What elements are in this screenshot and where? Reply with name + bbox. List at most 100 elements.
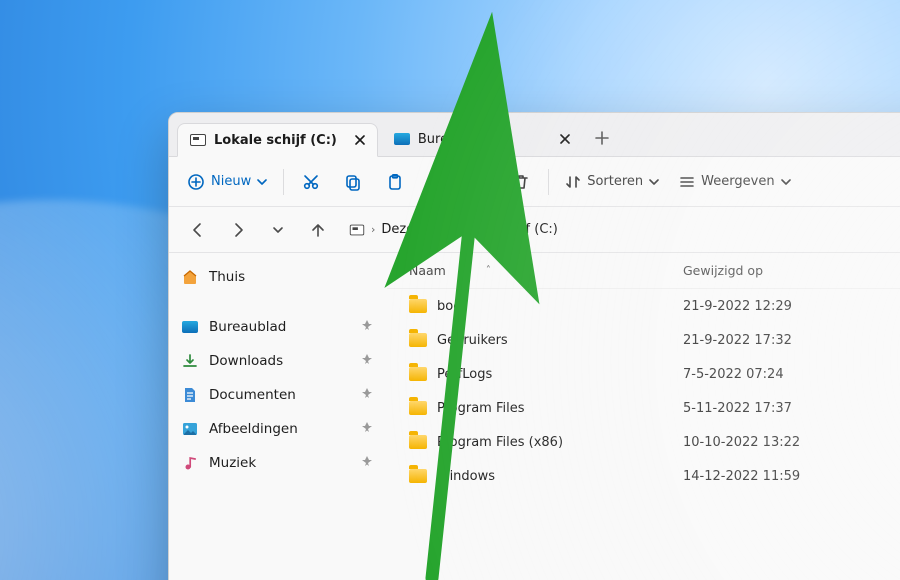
table-row[interactable]: Program Files (x86) 10-10-2022 13:22	[387, 425, 900, 459]
folder-icon	[409, 435, 427, 449]
column-name-header[interactable]: Naam	[409, 263, 446, 278]
copy-button[interactable]	[334, 164, 372, 200]
paste-button[interactable]	[376, 164, 414, 200]
trash-icon	[512, 173, 530, 191]
sidebar-item-label: Documenten	[209, 387, 296, 403]
sidebar-item-pictures[interactable]: Afbeeldingen	[175, 413, 381, 445]
file-list: Naam ˄ Gewijzigd op boot 21-9-2022 12:29 G…	[387, 253, 900, 580]
arrow-right-icon	[230, 222, 246, 238]
sidebar: Thuis Bureaublad Downloads	[169, 253, 387, 580]
tab-local-disk[interactable]: Lokale schijf (C:)	[177, 123, 378, 157]
sort-button[interactable]: Sorteren	[557, 164, 667, 200]
copy-icon	[344, 173, 362, 191]
new-tab-button[interactable]	[586, 122, 618, 154]
file-name: PerfLogs	[437, 367, 492, 382]
table-row[interactable]: Program Files5-11-2022 17:37	[387, 391, 900, 425]
desktop-icon	[181, 321, 199, 333]
list-icon	[679, 174, 695, 190]
tab-strip: Lokale schijf (C:) Bureaublad	[169, 113, 900, 157]
toolbar-separator	[548, 169, 549, 195]
file-modified: 14-12-2022 11:59	[667, 469, 900, 484]
breadcrumb[interactable]: › Deze pc › Lokale schijf (C:)	[349, 222, 558, 237]
view-button[interactable]: Weergeven	[671, 164, 798, 200]
table-row[interactable]: PerfLogs7-5-2022 07:24	[387, 357, 900, 391]
share-icon	[470, 173, 488, 191]
sort-button-label: Sorteren	[587, 174, 643, 189]
tab-label: Lokale schijf (C:)	[214, 133, 337, 148]
file-modified: 21-9-2022 17:32	[667, 333, 900, 348]
sidebar-item-label: Bureaublad	[209, 319, 286, 335]
rename-icon	[428, 173, 446, 191]
forward-button[interactable]	[223, 215, 253, 245]
sidebar-item-music[interactable]: Muziek	[175, 447, 381, 479]
clipboard-icon	[386, 173, 404, 191]
folder-icon	[409, 401, 427, 415]
sidebar-item-label: Thuis	[209, 269, 245, 285]
tab-desktop[interactable]: Bureaublad	[382, 122, 582, 156]
pin-icon	[361, 455, 373, 471]
home-icon	[181, 268, 199, 286]
file-modified: 5-11-2022 17:37	[667, 401, 900, 416]
folder-icon	[409, 333, 427, 347]
breadcrumb-current[interactable]: Lokale schijf (C:)	[450, 222, 558, 237]
sort-icon	[565, 174, 581, 190]
pin-icon	[361, 319, 373, 335]
drive-icon	[350, 224, 364, 235]
explorer-body: Thuis Bureaublad Downloads	[169, 253, 900, 580]
toolbar-separator	[283, 169, 284, 195]
sidebar-item-downloads[interactable]: Downloads	[175, 345, 381, 377]
rename-button[interactable]	[418, 164, 456, 200]
chevron-down-icon	[649, 177, 659, 187]
sidebar-item-documents[interactable]: Documenten	[175, 379, 381, 411]
cut-button[interactable]	[292, 164, 330, 200]
folder-icon	[409, 367, 427, 381]
chevron-down-icon	[257, 177, 267, 187]
sidebar-item-desktop[interactable]: Bureaublad	[175, 311, 381, 343]
toolbar: Nieuw So	[169, 157, 900, 207]
share-button[interactable]	[460, 164, 498, 200]
arrow-up-icon	[310, 222, 326, 238]
delete-button[interactable]	[502, 164, 540, 200]
sidebar-item-label: Afbeeldingen	[209, 421, 298, 437]
breadcrumb-root[interactable]: Deze pc	[381, 222, 433, 237]
pin-icon	[361, 353, 373, 369]
table-row[interactable]: Windows 14-12-2022 11:59	[387, 459, 900, 493]
pin-icon	[361, 421, 373, 437]
file-modified: 21-9-2022 12:29	[667, 299, 900, 314]
column-headers[interactable]: Naam ˄ Gewijzigd op	[387, 253, 900, 289]
desktop-icon	[394, 133, 410, 145]
sidebar-item-label: Muziek	[209, 455, 256, 471]
drive-icon	[190, 134, 206, 146]
explorer-window: Lokale schijf (C:) Bureaublad	[168, 112, 900, 580]
arrow-left-icon	[190, 222, 206, 238]
sort-indicator-icon: ˄	[486, 265, 491, 276]
new-button[interactable]: Nieuw	[179, 164, 275, 200]
view-button-label: Weergeven	[701, 174, 774, 189]
chevron-right-icon: ›	[440, 223, 444, 236]
column-modified-header[interactable]: Gewijzigd op	[683, 263, 763, 278]
folder-icon	[409, 469, 427, 483]
close-tab-icon[interactable]	[353, 133, 367, 147]
file-name: Gebruikers	[437, 333, 508, 348]
close-tab-icon[interactable]	[558, 132, 572, 146]
desktop-background: Lokale schijf (C:) Bureaublad	[0, 0, 900, 580]
pictures-icon	[181, 422, 199, 436]
annotation-arrow	[0, 0, 900, 580]
file-name: Windows	[437, 469, 495, 484]
table-row[interactable]: Gebruikers 21-9-2022 17:32	[387, 323, 900, 357]
document-icon	[181, 387, 199, 403]
recent-button[interactable]	[263, 215, 293, 245]
file-name: Program Files (x86)	[437, 435, 563, 450]
scissors-icon	[302, 173, 320, 191]
back-button[interactable]	[183, 215, 213, 245]
table-row[interactable]: boot 21-9-2022 12:29	[387, 289, 900, 323]
up-button[interactable]	[303, 215, 333, 245]
file-modified: 10-10-2022 13:22	[667, 435, 900, 450]
chevron-down-icon	[272, 224, 284, 236]
sidebar-item-label: Downloads	[209, 353, 283, 369]
folder-icon	[409, 299, 427, 313]
sidebar-item-home[interactable]: Thuis	[175, 261, 381, 293]
pin-icon	[361, 387, 373, 403]
tab-label: Bureaublad	[418, 132, 493, 147]
file-name: boot	[437, 299, 466, 314]
